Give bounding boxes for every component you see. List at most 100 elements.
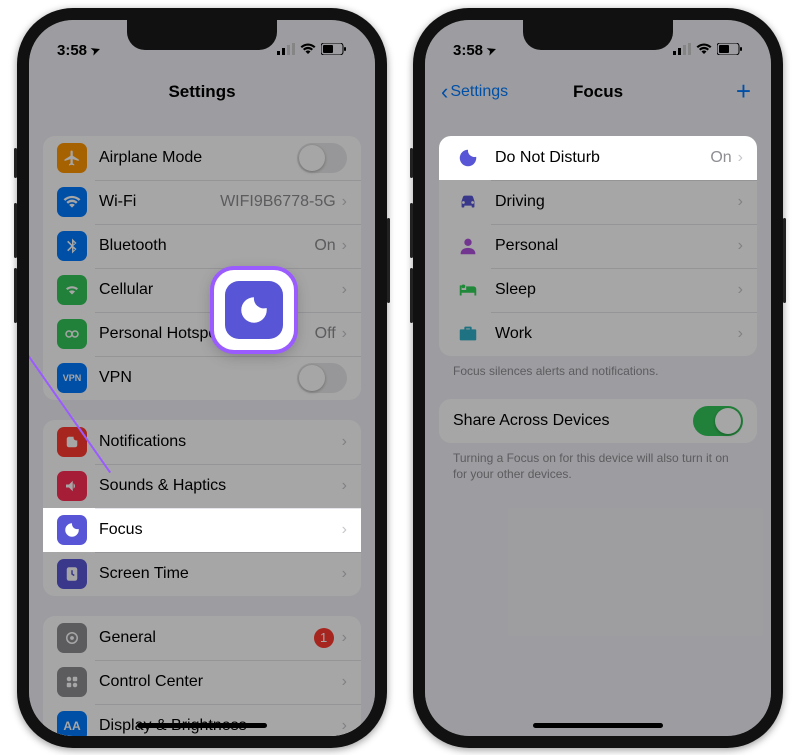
row-label: Work: [495, 325, 738, 343]
home-indicator[interactable]: [533, 723, 663, 728]
notch: [523, 20, 673, 50]
airplane-icon: [57, 143, 87, 173]
settings-group-3: General 1 › Control Center › AA Display …: [43, 616, 361, 736]
back-button[interactable]: ‹ Settings: [441, 81, 508, 103]
location-icon: ➤: [89, 43, 102, 58]
display-icon: AA: [57, 711, 87, 736]
annotation-callout: [214, 270, 294, 350]
chevron-right-icon: ›: [342, 521, 347, 539]
plus-icon: +: [736, 76, 751, 106]
row-value: Off: [315, 325, 336, 343]
row-wifi[interactable]: Wi-Fi WIFI9B6778-5G ›: [43, 180, 361, 224]
footer-note-1: Focus silences alerts and notifications.: [425, 356, 771, 380]
cellular-icon: [57, 275, 87, 305]
row-general[interactable]: General 1 ›: [43, 616, 361, 660]
row-cellular[interactable]: Cellular ›: [43, 268, 361, 312]
cellular-signal-icon: [277, 42, 295, 59]
row-value: WIFI9B6778-5G: [220, 193, 336, 211]
row-label: Sounds & Haptics: [99, 477, 342, 495]
row-airplane[interactable]: Airplane Mode: [43, 136, 361, 180]
row-label: Driving: [495, 193, 738, 211]
row-work[interactable]: Work ›: [439, 312, 757, 356]
chevron-right-icon: ›: [738, 237, 743, 255]
car-icon: [453, 191, 483, 213]
row-notifications[interactable]: Notifications ›: [43, 420, 361, 464]
row-label: Personal: [495, 237, 738, 255]
add-button[interactable]: +: [736, 76, 751, 107]
chevron-right-icon: ›: [342, 477, 347, 495]
row-driving[interactable]: Driving ›: [439, 180, 757, 224]
row-label: Share Across Devices: [453, 412, 693, 430]
hotspot-icon: [57, 319, 87, 349]
chevron-right-icon: ›: [342, 281, 347, 299]
wifi-icon: [300, 42, 316, 59]
row-focus[interactable]: Focus ›: [43, 508, 361, 552]
row-bluetooth[interactable]: Bluetooth On ›: [43, 224, 361, 268]
screen-left: 3:58 ➤ Settings Airplane Mo: [29, 20, 375, 736]
chevron-left-icon: ‹: [441, 81, 448, 103]
controlcenter-icon: [57, 667, 87, 697]
chevron-right-icon: ›: [738, 325, 743, 343]
row-controlcenter[interactable]: Control Center ›: [43, 660, 361, 704]
gear-icon: [57, 623, 87, 653]
vpn-toggle[interactable]: [297, 363, 347, 393]
row-sleep[interactable]: Sleep ›: [439, 268, 757, 312]
row-display[interactable]: AA Display & Brightness ›: [43, 704, 361, 736]
status-time: 3:58: [453, 42, 483, 59]
chevron-right-icon: ›: [342, 717, 347, 735]
footer-note-2: Turning a Focus on for this device will …: [425, 443, 771, 482]
wifi-settings-icon: [57, 187, 87, 217]
screen-right: 3:58 ➤ ‹ Settings Focus: [425, 20, 771, 736]
chevron-right-icon: ›: [342, 325, 347, 343]
location-icon: ➤: [485, 43, 498, 58]
row-screentime[interactable]: Screen Time ›: [43, 552, 361, 596]
row-value: On: [710, 149, 731, 167]
nav-bar: ‹ Settings Focus +: [425, 68, 771, 116]
row-sounds[interactable]: Sounds & Haptics ›: [43, 464, 361, 508]
chevron-right-icon: ›: [738, 193, 743, 211]
settings-group-1: Airplane Mode Wi-Fi WIFI9B6778-5G › Blue…: [43, 136, 361, 400]
chevron-right-icon: ›: [342, 629, 347, 647]
badge: 1: [314, 628, 334, 648]
screentime-icon: [57, 559, 87, 589]
row-hotspot[interactable]: Personal Hotspot Off ›: [43, 312, 361, 356]
moon-icon: [225, 281, 283, 339]
row-label: Screen Time: [99, 565, 342, 583]
row-share-across-devices[interactable]: Share Across Devices: [439, 399, 757, 443]
row-label: General: [99, 629, 314, 647]
row-value: On: [314, 237, 335, 255]
row-label: Focus: [99, 521, 342, 539]
focus-icon: [57, 515, 87, 545]
vpn-icon: VPN: [57, 363, 87, 393]
battery-icon: [321, 42, 347, 59]
sounds-icon: [57, 471, 87, 501]
share-section: Share Across Devices: [439, 399, 757, 443]
row-label: Do Not Disturb: [495, 149, 710, 167]
row-label: Wi-Fi: [99, 193, 220, 211]
chevron-right-icon: ›: [342, 565, 347, 583]
row-dnd[interactable]: Do Not Disturb On ›: [439, 136, 757, 180]
row-label: VPN: [99, 369, 297, 387]
home-indicator[interactable]: [137, 723, 267, 728]
chevron-right-icon: ›: [342, 433, 347, 451]
row-label: Bluetooth: [99, 237, 314, 255]
page-title: Settings: [168, 82, 235, 102]
status-time: 3:58: [57, 42, 87, 59]
battery-icon: [717, 42, 743, 59]
row-label: Notifications: [99, 433, 342, 451]
row-label: Control Center: [99, 673, 342, 691]
chevron-right-icon: ›: [738, 281, 743, 299]
wifi-icon: [696, 42, 712, 59]
notch: [127, 20, 277, 50]
row-label: Airplane Mode: [99, 149, 297, 167]
bluetooth-icon: [57, 231, 87, 261]
person-icon: [453, 235, 483, 257]
cellular-signal-icon: [673, 42, 691, 59]
row-vpn[interactable]: VPN VPN: [43, 356, 361, 400]
row-personal[interactable]: Personal ›: [439, 224, 757, 268]
airplane-toggle[interactable]: [297, 143, 347, 173]
chevron-right-icon: ›: [342, 237, 347, 255]
share-toggle[interactable]: [693, 406, 743, 436]
bed-icon: [453, 279, 483, 301]
row-label: Sleep: [495, 281, 738, 299]
